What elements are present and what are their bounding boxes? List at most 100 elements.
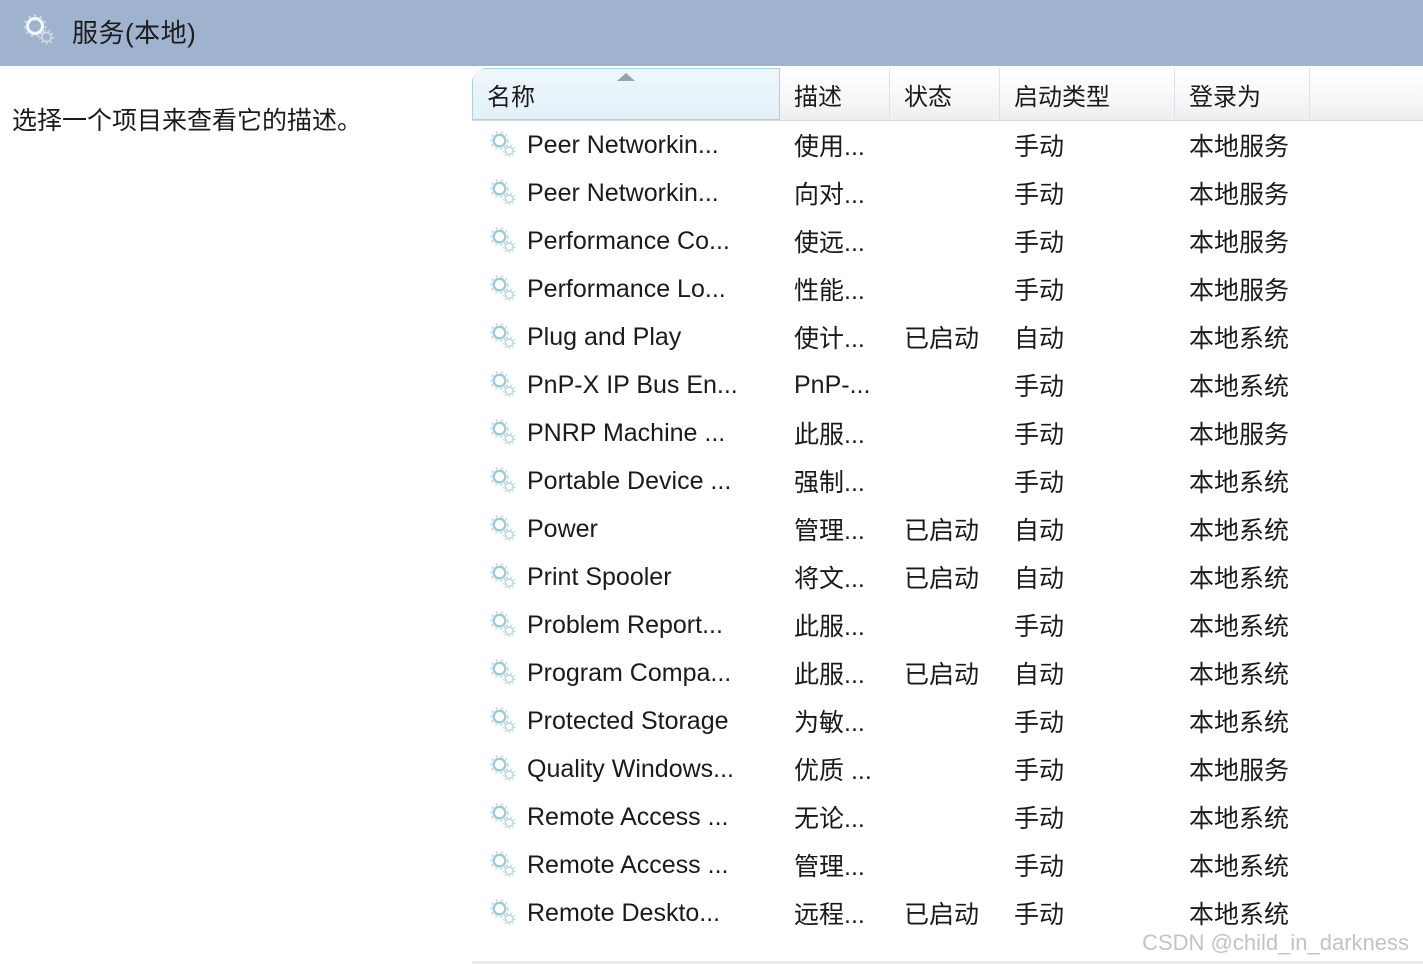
cell-description: 使用...: [780, 127, 890, 163]
column-header-status[interactable]: 状态: [890, 68, 1000, 120]
cell-log_on_as: 本地服务: [1175, 751, 1310, 787]
table-row[interactable]: PNRP Machine ... 此服... 手动 本地服务: [472, 409, 1423, 457]
cell-startup_type-label: 手动: [1014, 853, 1065, 881]
service-gear-icon: [488, 658, 518, 688]
cell-description-label: 远程...: [794, 901, 865, 929]
service-gear-icon: [488, 322, 518, 352]
cell-log_on_as: 本地系统: [1175, 655, 1310, 691]
table-row[interactable]: Power 管理... 已启动 自动 本地系统: [472, 505, 1423, 553]
column-header-status-label: 状态: [904, 83, 952, 111]
service-gear-icon: [488, 802, 518, 832]
table-row[interactable]: Remote Access ... 无论... 手动 本地系统: [472, 793, 1423, 841]
cell-log_on_as-label: 本地系统: [1189, 469, 1290, 497]
cell-description: 管理...: [780, 511, 890, 547]
column-header-description[interactable]: 描述: [780, 68, 890, 120]
cell-name-label: Peer Networkin...: [527, 178, 719, 207]
cell-startup_type: 自动: [1000, 655, 1175, 691]
cell-description-label: 此服...: [794, 661, 865, 689]
cell-startup_type: 手动: [1000, 751, 1175, 787]
table-row[interactable]: Portable Device ... 强制... 手动 本地系统: [472, 457, 1423, 505]
cell-description: 将文...: [780, 559, 890, 595]
cell-name: Portable Device ...: [472, 466, 780, 496]
cell-name: Plug and Play: [472, 322, 780, 352]
cell-description: 为敏...: [780, 703, 890, 739]
cell-startup_type: 自动: [1000, 559, 1175, 595]
cell-description-label: 无论...: [794, 805, 865, 833]
cell-status: 已启动: [890, 895, 1000, 931]
column-header-name[interactable]: 名称: [472, 68, 780, 120]
cell-description: 管理...: [780, 847, 890, 883]
cell-description: 无论...: [780, 799, 890, 835]
column-header-startup-type[interactable]: 启动类型: [1000, 68, 1175, 120]
table-row[interactable]: Problem Report... 此服... 手动 本地系统: [472, 601, 1423, 649]
cell-description-label: 将文...: [794, 565, 865, 593]
description-placeholder-text: 选择一个项目来查看它的描述。: [12, 107, 363, 135]
cell-log_on_as-label: 本地系统: [1189, 853, 1290, 881]
cell-startup_type: 手动: [1000, 367, 1175, 403]
cell-startup_type: 手动: [1000, 415, 1175, 451]
column-header-description-label: 描述: [794, 83, 842, 111]
cell-log_on_as-label: 本地服务: [1189, 133, 1290, 161]
table-row[interactable]: Performance Co... 使远... 手动 本地服务: [472, 217, 1423, 265]
cell-name: PnP-X IP Bus En...: [472, 370, 780, 400]
cell-description-label: 此服...: [794, 613, 865, 641]
table-row[interactable]: Plug and Play 使计... 已启动 自动 本地系统: [472, 313, 1423, 361]
service-gear-icon: [488, 130, 518, 160]
cell-startup_type-label: 手动: [1014, 709, 1065, 737]
table-row[interactable]: Remote Access ... 管理... 手动 本地系统: [472, 841, 1423, 889]
table-row[interactable]: Print Spooler 将文... 已启动 自动 本地系统: [472, 553, 1423, 601]
services-list-panel: 名称 描述 状态 启动类型 登录为 Peer Networkin... 使用...…: [472, 68, 1423, 964]
column-header-log-on-as[interactable]: 登录为: [1175, 68, 1310, 120]
table-row[interactable]: Program Compa... 此服... 已启动 自动 本地系统: [472, 649, 1423, 697]
sort-ascending-arrow-icon: [617, 73, 635, 81]
cell-description-label: 此服...: [794, 421, 865, 449]
cell-name: Problem Report...: [472, 610, 780, 640]
cell-startup_type-label: 手动: [1014, 133, 1065, 161]
cell-name-label: Remote Access ...: [527, 850, 729, 879]
services-list-header: 名称 描述 状态 启动类型 登录为: [472, 68, 1423, 121]
cell-description: 使远...: [780, 223, 890, 259]
cell-name-label: Plug and Play: [527, 322, 682, 351]
cell-startup_type-label: 自动: [1014, 661, 1065, 689]
cell-log_on_as: 本地系统: [1175, 559, 1310, 595]
cell-log_on_as: 本地系统: [1175, 895, 1310, 931]
table-row[interactable]: Performance Lo... 性能... 手动 本地服务: [472, 265, 1423, 313]
cell-startup_type-label: 手动: [1014, 805, 1065, 833]
cell-description: 使计...: [780, 319, 890, 355]
cell-description-label: 向对...: [794, 181, 865, 209]
window-title: 服务(本地): [72, 17, 197, 48]
cell-name: Remote Access ...: [472, 802, 780, 832]
cell-name-label: PNRP Machine ...: [527, 418, 726, 447]
cell-description-label: 性能...: [794, 277, 865, 305]
cell-name: Peer Networkin...: [472, 130, 780, 160]
cell-log_on_as: 本地系统: [1175, 847, 1310, 883]
cell-name-label: Quality Windows...: [527, 754, 735, 783]
cell-startup_type-label: 手动: [1014, 757, 1065, 785]
cell-log_on_as: 本地系统: [1175, 367, 1310, 403]
services-gear-icon: [22, 14, 56, 48]
cell-name: Remote Access ...: [472, 850, 780, 880]
table-row[interactable]: Quality Windows... 优质 ... 手动 本地服务: [472, 745, 1423, 793]
cell-startup_type: 自动: [1000, 511, 1175, 547]
cell-status: 已启动: [890, 559, 1000, 595]
table-row[interactable]: Peer Networkin... 使用... 手动 本地服务: [472, 121, 1423, 169]
cell-description: 此服...: [780, 655, 890, 691]
table-row[interactable]: PnP-X IP Bus En... PnP-... 手动 本地系统: [472, 361, 1423, 409]
window-title-row: 服务(本地): [22, 6, 196, 56]
cell-name-label: Performance Co...: [527, 226, 730, 255]
cell-log_on_as-label: 本地服务: [1189, 229, 1290, 257]
cell-log_on_as-label: 本地系统: [1189, 661, 1290, 689]
table-row[interactable]: Protected Storage 为敏... 手动 本地系统: [472, 697, 1423, 745]
cell-description: 此服...: [780, 607, 890, 643]
service-gear-icon: [488, 418, 518, 448]
table-row[interactable]: Remote Deskto... 远程... 已启动 手动 本地系统: [472, 889, 1423, 937]
cell-name-label: Program Compa...: [527, 658, 732, 687]
service-gear-icon: [488, 178, 518, 208]
cell-startup_type-label: 手动: [1014, 421, 1065, 449]
cell-description-label: 使用...: [794, 133, 865, 161]
cell-description-label: PnP-...: [794, 370, 871, 399]
cell-startup_type: 手动: [1000, 127, 1175, 163]
table-row[interactable]: Peer Networkin... 向对... 手动 本地服务: [472, 169, 1423, 217]
cell-startup_type: 手动: [1000, 271, 1175, 307]
cell-startup_type: 手动: [1000, 223, 1175, 259]
